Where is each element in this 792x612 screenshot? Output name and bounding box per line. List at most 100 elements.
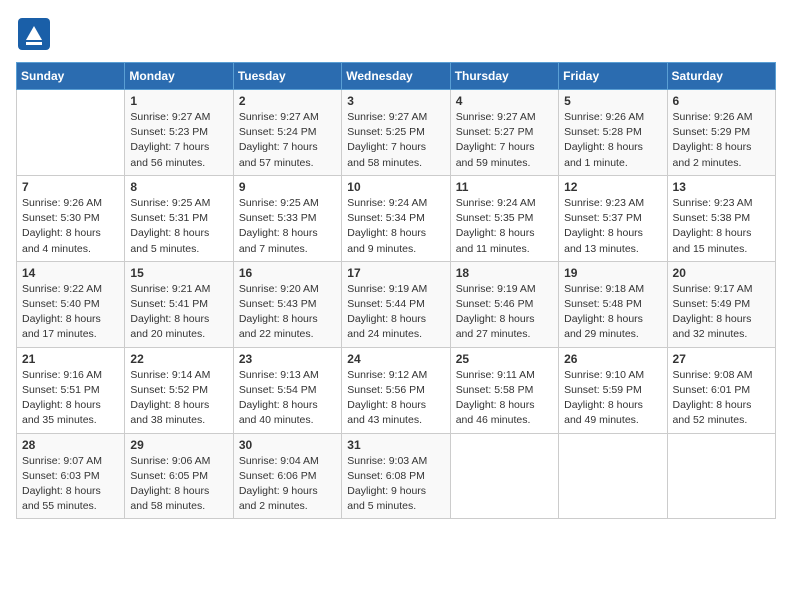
day-detail: Sunrise: 9:07 AMSunset: 6:03 PMDaylight:… [22,454,119,515]
calendar-cell: 11 Sunrise: 9:24 AMSunset: 5:35 PMDayligh… [450,175,558,261]
day-detail: Sunrise: 9:11 AMSunset: 5:58 PMDaylight:… [456,368,553,429]
day-detail: Sunrise: 9:14 AMSunset: 5:52 PMDaylight:… [130,368,227,429]
day-number: 23 [239,352,336,366]
calendar-cell: 12 Sunrise: 9:23 AMSunset: 5:37 PMDayligh… [559,175,667,261]
calendar-cell: 6 Sunrise: 9:26 AMSunset: 5:29 PMDaylight… [667,90,775,176]
day-detail: Sunrise: 9:26 AMSunset: 5:29 PMDaylight:… [673,110,770,171]
calendar-body: 1 Sunrise: 9:27 AMSunset: 5:23 PMDaylight… [17,90,776,519]
calendar-cell: 15 Sunrise: 9:21 AMSunset: 5:41 PMDayligh… [125,261,233,347]
header-day: Wednesday [342,63,450,90]
day-number: 31 [347,438,444,452]
calendar-cell [667,433,775,519]
calendar-cell [450,433,558,519]
calendar-cell: 1 Sunrise: 9:27 AMSunset: 5:23 PMDaylight… [125,90,233,176]
calendar-cell: 19 Sunrise: 9:18 AMSunset: 5:48 PMDayligh… [559,261,667,347]
day-number: 22 [130,352,227,366]
day-detail: Sunrise: 9:27 AMSunset: 5:25 PMDaylight:… [347,110,444,171]
calendar-cell: 16 Sunrise: 9:20 AMSunset: 5:43 PMDayligh… [233,261,341,347]
calendar-cell: 21Sunrise: 9:16 AMSunset: 5:51 PMDayligh… [17,347,125,433]
day-number: 18 [456,266,553,280]
day-number: 30 [239,438,336,452]
day-detail: Sunrise: 9:17 AMSunset: 5:49 PMDaylight:… [673,282,770,343]
calendar-cell: 22 Sunrise: 9:14 AMSunset: 5:52 PMDayligh… [125,347,233,433]
calendar-week: 7 Sunrise: 9:26 AMSunset: 5:30 PMDaylight… [17,175,776,261]
calendar-cell: 5 Sunrise: 9:26 AMSunset: 5:28 PMDaylight… [559,90,667,176]
day-detail: Sunrise: 9:27 AMSunset: 5:24 PMDaylight:… [239,110,336,171]
day-detail: Sunrise: 9:12 AMSunset: 5:56 PMDaylight:… [347,368,444,429]
day-number: 19 [564,266,661,280]
calendar-cell: 18 Sunrise: 9:19 AMSunset: 5:46 PMDayligh… [450,261,558,347]
calendar-cell: 3 Sunrise: 9:27 AMSunset: 5:25 PMDaylight… [342,90,450,176]
day-detail: Sunrise: 9:24 AMSunset: 5:35 PMDaylight:… [456,196,553,257]
day-detail: Sunrise: 9:26 AMSunset: 5:30 PMDaylight:… [22,196,119,257]
header-day: Tuesday [233,63,341,90]
calendar-week: 28 Sunrise: 9:07 AMSunset: 6:03 PMDayligh… [17,433,776,519]
day-number: 8 [130,180,227,194]
day-number: 10 [347,180,444,194]
day-number: 17 [347,266,444,280]
calendar-cell: 30 Sunrise: 9:04 AMSunset: 6:06 PMDayligh… [233,433,341,519]
day-detail: Sunrise: 9:16 AMSunset: 5:51 PMDaylight:… [22,368,119,429]
logo-icon [16,16,52,52]
day-number: 24 [347,352,444,366]
logo [16,16,56,52]
header-day: Friday [559,63,667,90]
day-number: 6 [673,94,770,108]
calendar-cell [17,90,125,176]
day-number: 20 [673,266,770,280]
day-number: 3 [347,94,444,108]
header-day: Sunday [17,63,125,90]
calendar-cell: 26 Sunrise: 9:10 AMSunset: 5:59 PMDayligh… [559,347,667,433]
calendar: SundayMondayTuesdayWednesdayThursdayFrid… [16,62,776,519]
header-day: Saturday [667,63,775,90]
day-number: 28 [22,438,119,452]
day-number: 15 [130,266,227,280]
day-number: 11 [456,180,553,194]
day-detail: Sunrise: 9:23 AMSunset: 5:37 PMDaylight:… [564,196,661,257]
day-number: 27 [673,352,770,366]
day-number: 5 [564,94,661,108]
day-detail: Sunrise: 9:21 AMSunset: 5:41 PMDaylight:… [130,282,227,343]
day-detail: Sunrise: 9:19 AMSunset: 5:46 PMDaylight:… [456,282,553,343]
day-detail: Sunrise: 9:27 AMSunset: 5:23 PMDaylight:… [130,110,227,171]
calendar-cell: 28 Sunrise: 9:07 AMSunset: 6:03 PMDayligh… [17,433,125,519]
day-detail: Sunrise: 9:10 AMSunset: 5:59 PMDaylight:… [564,368,661,429]
calendar-week: 21Sunrise: 9:16 AMSunset: 5:51 PMDayligh… [17,347,776,433]
day-detail: Sunrise: 9:08 AMSunset: 6:01 PMDaylight:… [673,368,770,429]
day-number: 16 [239,266,336,280]
day-detail: Sunrise: 9:25 AMSunset: 5:31 PMDaylight:… [130,196,227,257]
day-number: 4 [456,94,553,108]
day-detail: Sunrise: 9:25 AMSunset: 5:33 PMDaylight:… [239,196,336,257]
day-detail: Sunrise: 9:18 AMSunset: 5:48 PMDaylight:… [564,282,661,343]
day-detail: Sunrise: 9:19 AMSunset: 5:44 PMDaylight:… [347,282,444,343]
day-detail: Sunrise: 9:24 AMSunset: 5:34 PMDaylight:… [347,196,444,257]
day-number: 1 [130,94,227,108]
calendar-cell: 24 Sunrise: 9:12 AMSunset: 5:56 PMDayligh… [342,347,450,433]
calendar-cell: 29Sunrise: 9:06 AMSunset: 6:05 PMDayligh… [125,433,233,519]
day-detail: Sunrise: 9:20 AMSunset: 5:43 PMDaylight:… [239,282,336,343]
header-day: Monday [125,63,233,90]
calendar-header: SundayMondayTuesdayWednesdayThursdayFrid… [17,63,776,90]
calendar-cell: 9Sunrise: 9:25 AMSunset: 5:33 PMDaylight… [233,175,341,261]
calendar-cell: 27 Sunrise: 9:08 AMSunset: 6:01 PMDayligh… [667,347,775,433]
calendar-cell: 20 Sunrise: 9:17 AMSunset: 5:49 PMDayligh… [667,261,775,347]
day-number: 12 [564,180,661,194]
calendar-cell: 23Sunrise: 9:13 AMSunset: 5:54 PMDayligh… [233,347,341,433]
calendar-cell: 2 Sunrise: 9:27 AMSunset: 5:24 PMDaylight… [233,90,341,176]
day-number: 7 [22,180,119,194]
day-number: 13 [673,180,770,194]
calendar-cell: 14Sunrise: 9:22 AMSunset: 5:40 PMDayligh… [17,261,125,347]
day-number: 29 [130,438,227,452]
calendar-cell: 31Sunrise: 9:03 AMSunset: 6:08 PMDayligh… [342,433,450,519]
day-number: 26 [564,352,661,366]
day-number: 25 [456,352,553,366]
day-detail: Sunrise: 9:23 AMSunset: 5:38 PMDaylight:… [673,196,770,257]
day-detail: Sunrise: 9:26 AMSunset: 5:28 PMDaylight:… [564,110,661,171]
header-day: Thursday [450,63,558,90]
calendar-week: 1 Sunrise: 9:27 AMSunset: 5:23 PMDaylight… [17,90,776,176]
day-detail: Sunrise: 9:04 AMSunset: 6:06 PMDaylight:… [239,454,336,515]
day-number: 2 [239,94,336,108]
calendar-cell: 25 Sunrise: 9:11 AMSunset: 5:58 PMDayligh… [450,347,558,433]
calendar-cell: 13 Sunrise: 9:23 AMSunset: 5:38 PMDayligh… [667,175,775,261]
calendar-cell: 4Sunrise: 9:27 AMSunset: 5:27 PMDaylight… [450,90,558,176]
